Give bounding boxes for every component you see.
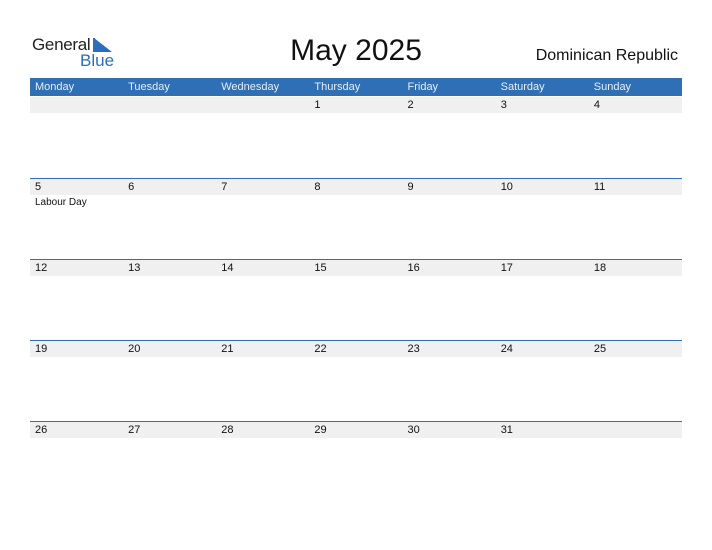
- day-number: 2: [407, 99, 414, 111]
- day-number: 21: [221, 343, 234, 355]
- weekday-sunday: Sunday: [593, 81, 632, 93]
- day-cell: 6: [123, 179, 216, 260]
- day-number: 12: [35, 262, 48, 274]
- day-cell: 30: [403, 422, 496, 503]
- day-cell: [123, 97, 216, 178]
- day-number: 1: [314, 99, 321, 111]
- day-number: 10: [500, 181, 513, 193]
- day-cell: 5 Labour Day: [30, 179, 123, 260]
- day-number: 15: [314, 262, 327, 274]
- day-cell: 15: [309, 260, 402, 341]
- day-cell: 1: [309, 97, 402, 178]
- day-cell: 21: [216, 341, 309, 422]
- day-number: 24: [500, 343, 513, 355]
- day-number: 29: [314, 424, 327, 436]
- day-number: 5: [35, 181, 42, 193]
- day-number: 18: [593, 262, 607, 274]
- day-cell: 13: [123, 260, 216, 341]
- day-cell: 22: [309, 341, 402, 422]
- day-cell: 27: [123, 422, 216, 503]
- day-number: 16: [407, 262, 420, 274]
- day-cell: 10: [496, 179, 589, 260]
- day-number: 17: [500, 262, 513, 274]
- day-cell: 3: [496, 97, 589, 178]
- day-cell: 25: [589, 341, 682, 422]
- day-number: 3: [500, 99, 507, 111]
- day-number: 28: [221, 424, 234, 436]
- day-cell: 8: [309, 179, 402, 260]
- day-number: 4: [593, 99, 600, 111]
- day-cell: 29: [309, 422, 402, 503]
- day-number: 26: [35, 424, 48, 436]
- day-cell: 17: [496, 260, 589, 341]
- calendar-week-row: 1 2 3 4: [30, 97, 682, 178]
- day-cell: 9: [403, 179, 496, 260]
- day-number: 27: [128, 424, 141, 436]
- day-cell: 20: [123, 341, 216, 422]
- day-number: 11: [593, 181, 606, 193]
- day-number: 22: [314, 343, 327, 355]
- day-number: 14: [221, 262, 234, 274]
- day-cell: [589, 422, 682, 503]
- day-cell: 23: [403, 341, 496, 422]
- weekday-tuesday: Tuesday: [128, 81, 170, 93]
- weekday-saturday: Saturday: [500, 81, 545, 93]
- day-cell: [30, 97, 123, 178]
- day-number: 30: [407, 424, 420, 436]
- day-cell: 2: [403, 97, 496, 178]
- weekday-wednesday: Wednesday: [221, 81, 280, 93]
- day-number: 20: [128, 343, 141, 355]
- country-name: Dominican Republic: [535, 47, 678, 64]
- day-number: 23: [407, 343, 420, 355]
- day-cell: 26: [30, 422, 123, 503]
- day-cell: 18: [589, 260, 682, 341]
- day-number: 9: [407, 181, 414, 193]
- day-cell: 12: [30, 260, 123, 341]
- day-cell: [216, 97, 309, 178]
- day-cell: 16: [403, 260, 496, 341]
- weekday-monday: Monday: [35, 81, 75, 93]
- calendar-week-row: 19 20 21 22 23 24 25: [30, 340, 682, 422]
- weekday-thursday: Thursday: [314, 81, 361, 93]
- day-cell: 24: [496, 341, 589, 422]
- calendar-week-row: 5 Labour Day 6 7 8 9 10 11: [30, 178, 682, 260]
- holiday-label: Labour Day: [35, 197, 87, 208]
- day-cell: 14: [216, 260, 309, 341]
- calendar-week-row: 26 27 28 29 30 31: [30, 421, 682, 503]
- day-cell: 4: [589, 97, 682, 178]
- calendar-week-row: 12 13 14 15 16 17 18: [30, 259, 682, 341]
- day-number: 6: [128, 181, 135, 193]
- day-number: 7: [221, 181, 228, 193]
- day-number: 13: [128, 262, 141, 274]
- weekday-friday: Friday: [407, 81, 439, 93]
- day-cell: 31: [496, 422, 589, 503]
- day-number: 19: [35, 343, 48, 355]
- weekday-header: Monday Tuesday Wednesday Thursday Friday…: [30, 78, 682, 96]
- day-cell: 19: [30, 341, 123, 422]
- day-number: 31: [500, 424, 513, 436]
- day-number: 8: [314, 181, 321, 193]
- day-number: 25: [593, 343, 607, 355]
- day-cell: 11: [589, 179, 682, 260]
- day-cell: 7: [216, 179, 309, 260]
- day-cell: 28: [216, 422, 309, 503]
